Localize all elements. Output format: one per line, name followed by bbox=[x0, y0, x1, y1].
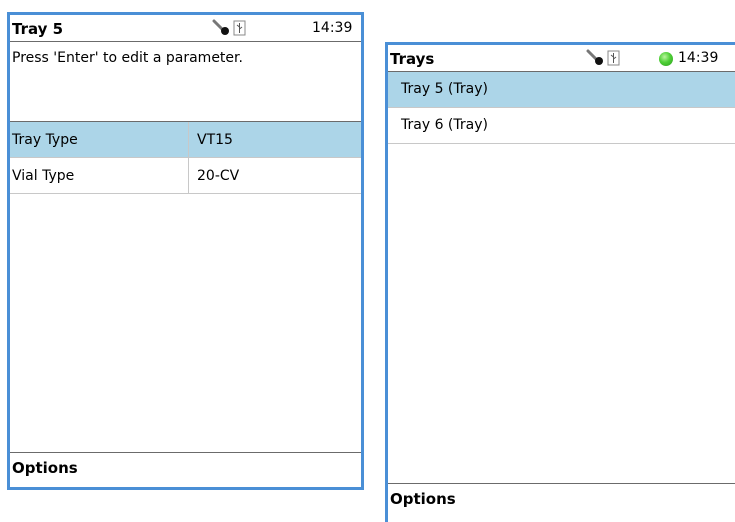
column-divider bbox=[188, 122, 189, 157]
param-row-tray-type[interactable]: Tray Type VT15 bbox=[10, 122, 361, 158]
tray-list-item-tray-5[interactable]: Tray 5 (Tray) bbox=[388, 72, 735, 108]
options-softkey[interactable]: Options bbox=[388, 483, 735, 514]
usb-icon bbox=[233, 20, 246, 36]
instruction-message: Press 'Enter' to edit a parameter. bbox=[10, 42, 361, 122]
tray-item-label: Tray 6 (Tray) bbox=[401, 117, 488, 133]
tray-item-label: Tray 5 (Tray) bbox=[401, 81, 488, 97]
key-icon bbox=[212, 19, 229, 35]
param-label: Vial Type bbox=[12, 168, 75, 184]
trays-list-screen: Trays 14:39 Tray 5 (Tray) Tray 6 (Tray) … bbox=[385, 42, 735, 522]
param-label: Tray Type bbox=[12, 132, 78, 148]
options-label: Options bbox=[390, 490, 456, 508]
screen-title: Tray 5 bbox=[12, 20, 64, 38]
screen-header: Trays 14:39 bbox=[388, 45, 735, 72]
usb-icon bbox=[607, 50, 620, 66]
key-icon bbox=[586, 49, 603, 65]
status-led-icon bbox=[659, 52, 673, 66]
status-icons bbox=[586, 49, 620, 66]
screen-title: Trays bbox=[390, 50, 435, 68]
param-row-vial-type[interactable]: Vial Type 20-CV bbox=[10, 158, 361, 194]
clock: 14:39 bbox=[678, 50, 719, 66]
param-value: 20-CV bbox=[197, 168, 240, 184]
column-divider bbox=[188, 158, 189, 193]
tray-list-item-tray-6[interactable]: Tray 6 (Tray) bbox=[388, 108, 735, 144]
screen-header: Tray 5 14:39 bbox=[10, 15, 361, 42]
tray-detail-screen: Tray 5 14:39 Press 'Enter' to edit a par… bbox=[7, 12, 364, 490]
clock: 14:39 bbox=[312, 20, 353, 36]
status-icons bbox=[212, 19, 246, 36]
options-softkey[interactable]: Options bbox=[10, 452, 361, 488]
options-label: Options bbox=[12, 459, 78, 477]
param-value: VT15 bbox=[197, 132, 233, 148]
instruction-text: Press 'Enter' to edit a parameter. bbox=[12, 50, 243, 66]
